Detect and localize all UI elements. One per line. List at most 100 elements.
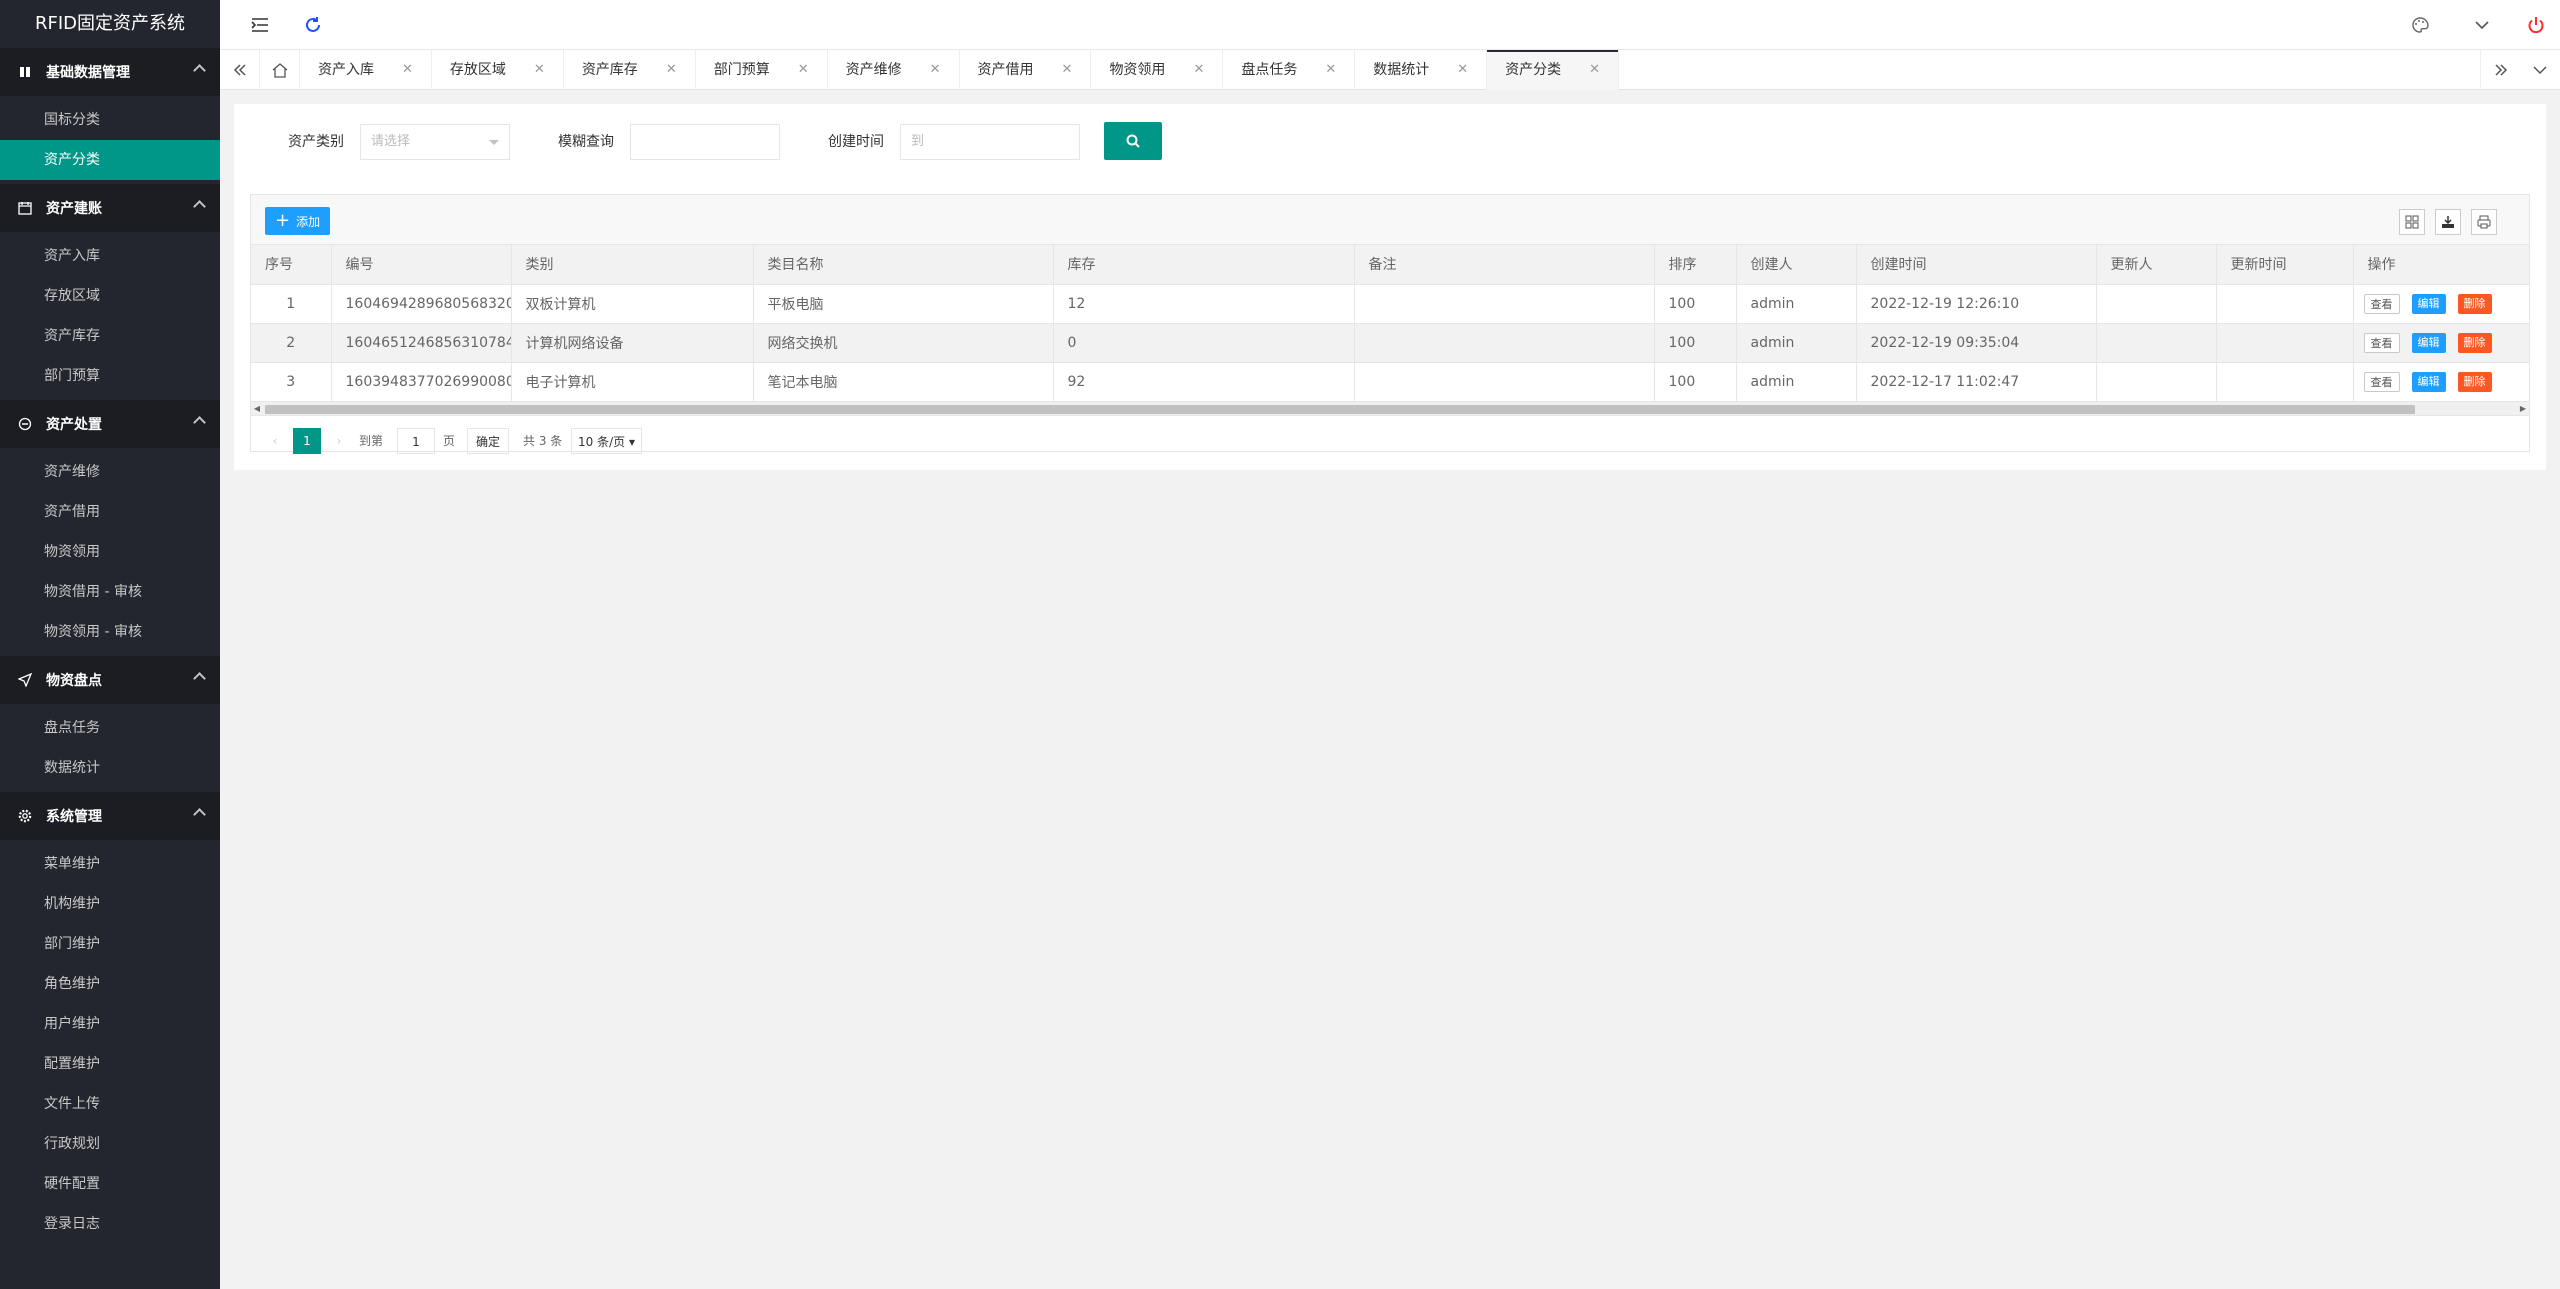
tab[interactable]: 存放区域 ✕ [432,50,564,90]
sidebar-group-header[interactable]: 基础数据管理 [0,48,220,96]
sidebar-item[interactable]: 角色维护 [0,964,220,1004]
sidebar-group-header[interactable]: 资产建账 [0,184,220,232]
tab[interactable]: 资产维修 ✕ [828,50,960,90]
home-tab-icon[interactable] [260,50,300,90]
delete-button[interactable]: 删除 [2457,332,2492,353]
tabs-menu-chevron-icon[interactable] [2520,50,2560,90]
sidebar-item[interactable]: 用户维护 [0,1004,220,1044]
print-icon[interactable] [2471,209,2497,235]
cell-created: 2022-12-19 12:26:10 [1856,284,2097,324]
close-icon[interactable]: ✕ [534,50,545,90]
sidebar-group: 物资盘点 盘点任务 数据统计 [0,656,220,792]
scrollbar-thumb[interactable] [265,404,2415,414]
sidebar-item[interactable]: 资产维修 [0,452,220,492]
sidebar-item[interactable]: 菜单维护 [0,844,220,884]
sidebar-item[interactable]: 存放区域 [0,276,220,316]
tab[interactable]: 数据统计 ✕ [1355,50,1488,90]
export-icon[interactable] [2435,209,2461,235]
sidebar-item[interactable]: 资产分类 [0,140,220,180]
sidebar-item[interactable]: 行政规划 [0,1124,220,1164]
user-dropdown-chevron-icon[interactable] [2472,15,2492,35]
close-icon[interactable]: ✕ [402,50,413,90]
sidebar-item[interactable]: 部门预算 [0,356,220,396]
fuzzy-query-input[interactable] [630,124,780,160]
tabs-scroll-left-icon[interactable] [220,50,260,90]
sidebar-item[interactable]: 配置维护 [0,1044,220,1084]
category-select[interactable]: 请选择 [360,124,510,160]
sidebar-item[interactable]: 物资领用 [0,532,220,572]
edit-button[interactable]: 编辑 [2411,371,2446,392]
table-row[interactable]: 3 1603948377026990080 电子计算机 笔记本电脑 92 100 admin… [251,362,2530,402]
gear-icon [18,809,32,823]
view-button[interactable]: 查看 [2363,332,2400,353]
goto-confirm-button[interactable]: 确定 [467,427,510,454]
scroll-left-arrow-icon[interactable]: ◀ [251,402,263,416]
tab-label: 数据统计 [1373,62,1430,78]
cell-creator: admin [1736,284,1857,324]
delete-button[interactable]: 删除 [2457,293,2492,314]
menu-toggle-icon[interactable] [250,15,270,35]
column-header: 编号 [331,245,512,285]
cell-updater [2096,284,2217,324]
tab[interactable]: 部门预算 ✕ [696,50,828,90]
tab[interactable]: 盘点任务 ✕ [1223,50,1356,90]
sidebar-item[interactable]: 盘点任务 [0,708,220,748]
page-1-button[interactable]: 1 [293,427,321,454]
view-button[interactable]: 查看 [2363,293,2400,314]
created-time-range-input[interactable]: 到 [900,124,1080,160]
sidebar-group-header[interactable]: 资产处置 [0,400,220,448]
sidebar-item[interactable]: 资产借用 [0,492,220,532]
power-logout-icon[interactable] [2526,15,2546,35]
sidebar-item[interactable]: 文件上传 [0,1084,220,1124]
close-icon[interactable]: ✕ [1457,50,1468,90]
sidebar-item[interactable]: 资产库存 [0,316,220,356]
sidebar-item[interactable]: 登录日志 [0,1204,220,1244]
close-icon[interactable]: ✕ [930,50,941,90]
tab[interactable]: 资产库存 ✕ [564,50,696,90]
delete-button[interactable]: 删除 [2457,371,2492,392]
search-button[interactable] [1104,122,1162,160]
goto-page-input[interactable]: 1 [397,427,435,454]
sidebar-item[interactable]: 部门维护 [0,924,220,964]
theme-palette-icon[interactable] [2410,15,2430,35]
column-filter-icon[interactable] [2399,209,2425,235]
cell-updated [2216,323,2354,363]
edit-button[interactable]: 编辑 [2411,332,2446,353]
view-button[interactable]: 查看 [2363,371,2400,392]
sidebar-item[interactable]: 物资领用 - 审核 [0,612,220,652]
tabs-scroll-right-icon[interactable] [2480,50,2520,90]
sidebar-item[interactable]: 物资借用 - 审核 [0,572,220,612]
sidebar-item[interactable]: 数据统计 [0,748,220,788]
table-row[interactable]: 2 1604651246856310784 计算机网络设备 网络交换机 0 100 admi… [251,323,2530,363]
edit-button[interactable]: 编辑 [2411,293,2446,314]
tab[interactable]: 资产借用 ✕ [960,50,1092,90]
scroll-right-arrow-icon[interactable]: ▶ [2517,402,2529,416]
main-content-card: 资产类别 请选择 模糊查询 创建时间 到 + 添加 序号 编号 类别 类目名称 … [234,104,2546,470]
sidebar-item[interactable]: 国标分类 [0,100,220,140]
sidebar-group-header[interactable]: 系统管理 [0,792,220,840]
table-row[interactable]: 1 1604694289680568320 双板计算机 平板电脑 12 100 admin 2… [251,284,2530,324]
close-icon[interactable]: ✕ [666,50,677,90]
refresh-icon[interactable] [303,15,323,35]
page-size-select[interactable]: 10 条/页 ▾ [571,427,642,454]
sidebar-item[interactable]: 资产入库 [0,236,220,276]
tab[interactable]: 资产分类 ✕ [1487,50,1620,90]
sidebar-group-header[interactable]: 物资盘点 [0,656,220,704]
add-button-label: 添加 [296,214,321,229]
next-page-icon[interactable]: › [329,428,349,454]
sidebar-item[interactable]: 硬件配置 [0,1164,220,1204]
close-icon[interactable]: ✕ [1062,50,1073,90]
close-icon[interactable]: ✕ [1589,50,1600,90]
bookmark-icon [18,65,32,79]
sidebar-item[interactable]: 机构维护 [0,884,220,924]
tab[interactable]: 物资领用 ✕ [1091,50,1224,90]
close-icon[interactable]: ✕ [1325,50,1336,90]
add-button[interactable]: + 添加 [265,207,331,235]
close-icon[interactable]: ✕ [1193,50,1204,90]
prev-page-icon[interactable]: ‹ [265,428,285,454]
tab[interactable]: 资产入库 ✕ [300,50,432,90]
cell-note [1354,323,1655,363]
close-icon[interactable]: ✕ [798,50,809,90]
horizontal-scrollbar[interactable]: ◀ ▶ [251,401,2529,416]
cell-sort: 100 [1654,323,1737,363]
